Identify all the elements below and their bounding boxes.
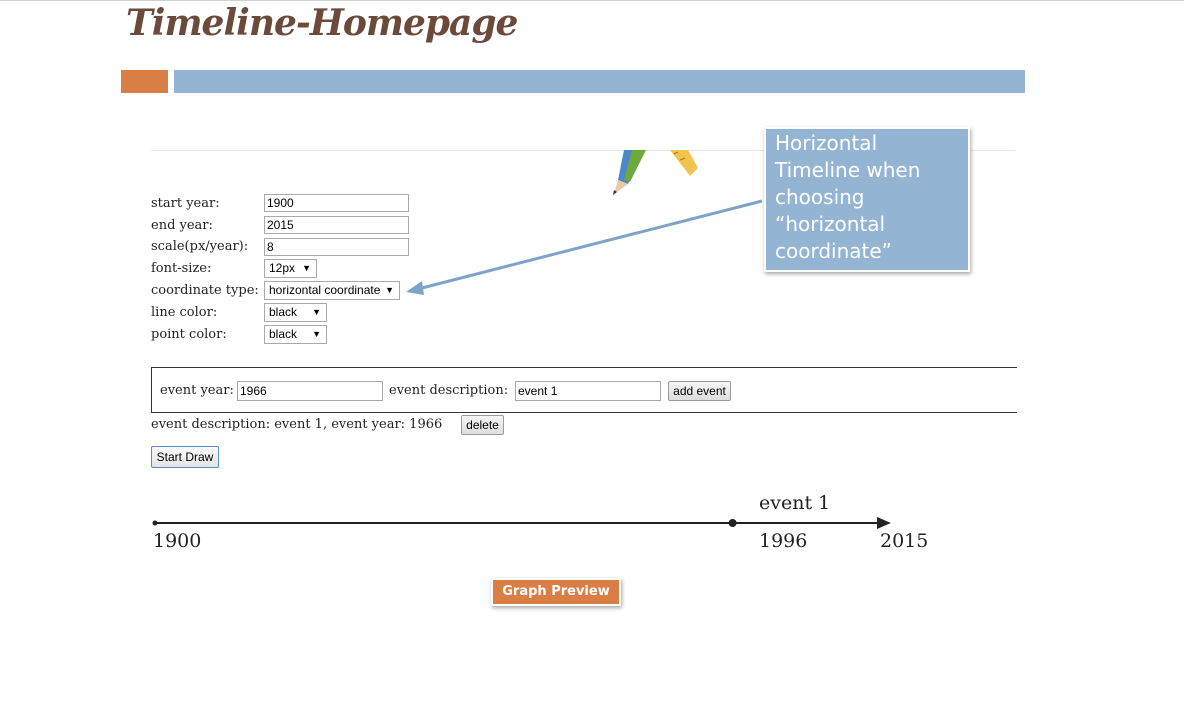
callout-line: choosing <box>775 185 865 209</box>
font-size-label: font-size: <box>151 261 212 276</box>
chevron-down-icon: ▼ <box>312 307 321 317</box>
chevron-down-icon: ▼ <box>312 329 321 339</box>
chevron-down-icon: ▼ <box>302 263 311 273</box>
coordinate-type-value: horizontal coordinate <box>269 283 381 297</box>
top-rule <box>0 0 1184 1</box>
event-description-input[interactable] <box>515 381 661 401</box>
timeline-end-year: 2015 <box>880 530 929 552</box>
point-color-select[interactable]: black ▼ <box>264 325 327 344</box>
end-year-label: end year: <box>151 218 213 233</box>
callout-line: Timeline when <box>775 158 921 182</box>
callout-line: Horizontal <box>775 131 878 155</box>
callout-arrow-head <box>406 281 424 295</box>
timeline-start-year: 1900 <box>153 530 202 552</box>
point-color-value: black <box>269 327 298 341</box>
line-color-select[interactable]: black ▼ <box>264 303 327 322</box>
pencil-ruler-icon <box>613 150 698 195</box>
annotation-callout: Horizontal Timeline when choosing “horiz… <box>764 127 970 272</box>
start-year-label: start year: <box>151 196 220 211</box>
graph-preview-button[interactable]: Graph Preview <box>491 578 621 606</box>
delete-event-button[interactable]: delete <box>461 415 504 435</box>
scale-label: scale(px/year): <box>151 239 249 254</box>
coordinate-type-label: coordinate type: <box>151 283 259 298</box>
callout-arrow <box>406 199 763 295</box>
coordinate-type-select[interactable]: horizontal coordinate ▼ <box>264 281 400 300</box>
scale-input[interactable] <box>264 238 409 256</box>
start-year-input[interactable] <box>264 194 409 212</box>
title-accent-bar <box>174 70 1025 93</box>
chevron-down-icon: ▼ <box>385 285 394 295</box>
start-draw-button[interactable]: Start Draw <box>151 446 219 468</box>
add-event-button[interactable]: add event <box>668 381 731 401</box>
timeline-start-point <box>152 520 158 526</box>
callout-arrow-shaft <box>417 199 763 291</box>
callout-line: coordinate” <box>775 239 893 263</box>
slide-title: Timeline-Homepage <box>126 2 518 44</box>
end-year-input[interactable] <box>264 216 409 234</box>
event-year-label: event year: <box>160 383 234 398</box>
event-year-input[interactable] <box>237 381 383 401</box>
font-size-value: 12px <box>269 261 296 275</box>
timeline-event-point <box>728 519 737 527</box>
line-color-label: line color: <box>151 305 218 320</box>
point-color-label: point color: <box>151 327 227 342</box>
timeline-event-year: 1996 <box>759 530 808 552</box>
title-accent-orange <box>121 70 168 93</box>
event-list-item: event description: event 1, event year: … <box>151 417 443 432</box>
event-description-label: event description: <box>389 383 509 398</box>
font-size-select[interactable]: 12px ▼ <box>264 259 317 278</box>
line-color-value: black <box>269 305 298 319</box>
timeline-event-name: event 1 <box>759 492 831 514</box>
timeline-arrow-head <box>877 517 891 529</box>
callout-line: “horizontal <box>775 212 886 236</box>
